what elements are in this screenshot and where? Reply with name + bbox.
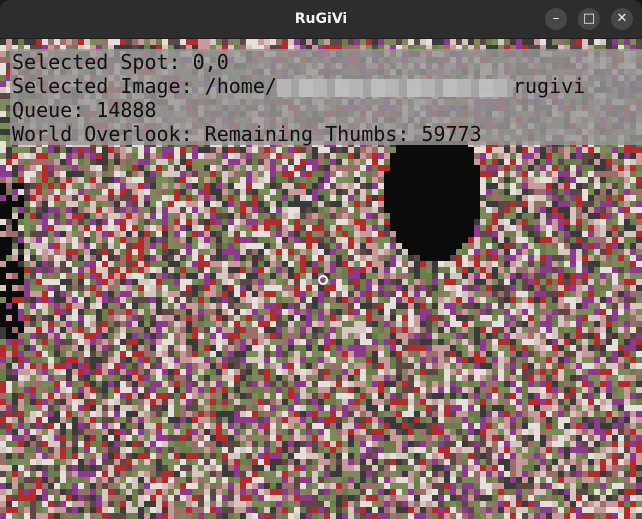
overlook-value: 59773 xyxy=(421,122,482,146)
selected-image-label: Selected Image: xyxy=(12,74,205,98)
selected-spot-label: Selected Spot: xyxy=(12,50,193,74)
selected-image-path-prefix: /home/ xyxy=(204,74,277,98)
title-bar[interactable]: RuGiVi – □ ✕ xyxy=(0,0,642,39)
selected-spot-line: Selected Spot: 0,0 xyxy=(12,50,229,74)
queue-line: Queue: 14888 xyxy=(12,98,157,122)
close-button[interactable]: ✕ xyxy=(611,8,633,30)
selected-image-line: Selected Image: /home/rugivi xyxy=(12,74,585,98)
app-window: RuGiVi – □ ✕ Selected Spot: 0,0 Selected… xyxy=(0,0,642,519)
minimize-icon: – xyxy=(552,11,560,26)
queue-value: 14888 xyxy=(96,98,157,122)
overlook-label: World Overlook: Remaining Thumbs: xyxy=(12,122,422,146)
overlook-line: World Overlook: Remaining Thumbs: 59773 xyxy=(12,122,482,146)
status-overlay: Selected Spot: 0,0 Selected Image: /home… xyxy=(10,49,642,146)
world-view[interactable]: Selected Spot: 0,0 Selected Image: /home… xyxy=(0,39,642,519)
minimize-button[interactable]: – xyxy=(545,8,567,30)
maximize-icon: □ xyxy=(582,11,596,26)
selected-spot-value: 0,0 xyxy=(192,50,229,74)
maximize-button[interactable]: □ xyxy=(578,8,600,30)
queue-label: Queue: xyxy=(12,98,97,122)
close-icon: ✕ xyxy=(616,11,628,26)
redacted-path xyxy=(276,78,513,97)
selected-image-path-suffix: rugivi xyxy=(512,74,586,98)
